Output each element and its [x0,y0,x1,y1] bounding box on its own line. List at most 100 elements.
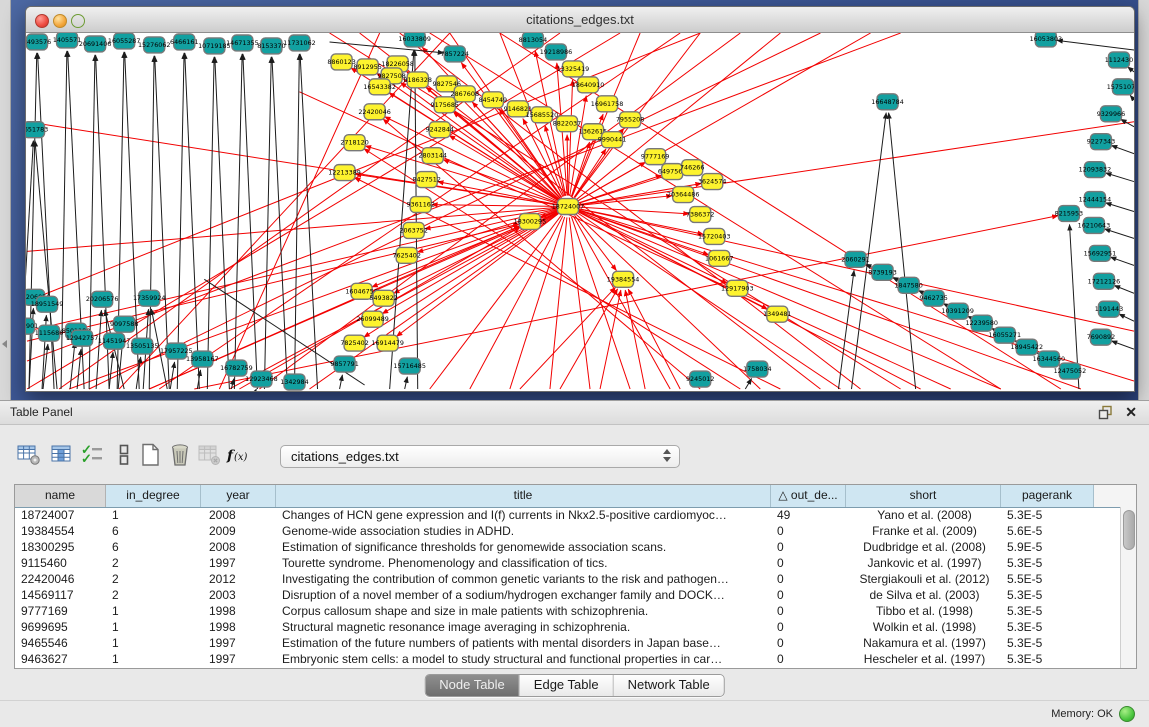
graph-node-label: 12444154 [1079,196,1112,204]
citation-edge-black [1114,285,1134,293]
graph-node-label: 1112430 [1105,56,1133,64]
graph-node-label: 1061667 [705,254,733,262]
table-row[interactable]: 1872400712008Changes of HCN gene express… [15,508,1136,524]
graph-node-label: 12942757 [66,334,99,342]
graph-node-label: 18945422 [1011,343,1044,351]
citation-edge-black [1121,119,1134,127]
graph-node-label: 9245012 [686,375,714,383]
graph-node-label: 15720403 [698,232,731,240]
citation-edge-black [1057,40,1134,50]
memory-status-indicator [1119,706,1135,722]
table-row[interactable]: 1830029562008Estimation of significance … [15,540,1136,556]
graph-node-label: 9777169 [641,153,669,161]
select-arrows-icon [663,449,671,462]
table-row[interactable]: 946362711997Embryonic stem cells: a mode… [15,652,1136,668]
cell-short: Stergiakouli et al. (2012) [846,572,1001,588]
graph-node-label: 1191443 [1095,305,1123,313]
table-row[interactable]: 969969511998Structural magnetic resonanc… [15,620,1136,636]
splitter-collapse-icon[interactable] [2,340,7,348]
cell-title: Tourette syndrome. Phenomenology and cla… [276,556,771,572]
table-mode-tabs: Node TableEdge TableNetwork Table [424,674,725,697]
delete-trash-icon[interactable] [167,442,193,468]
graph-node-label: 14671355 [226,39,259,47]
show-columns-icon[interactable] [49,442,75,468]
graph-node-label: 8454749 [479,96,507,104]
graph-node-label: 2867608 [451,90,479,98]
new-file-icon[interactable] [138,442,164,468]
tab-network-table[interactable]: Network Table [614,675,724,696]
table-source-select[interactable]: citations_edges.txt [280,445,680,468]
select-columns-icon[interactable]: ✓ ✓ [80,442,106,468]
cell-short: Jankovic et al. (1997) [846,556,1001,572]
table-scrollbar[interactable] [1120,507,1136,668]
function-builder-icon[interactable]: f (x) [226,442,252,468]
tab-node-table[interactable]: Node Table [425,675,520,696]
graph-node-label: 8860123 [327,58,355,66]
graph-node-label: 17359924 [133,294,166,302]
node-table: namein_degreeyeartitle△ out_de...shortpa… [14,484,1137,669]
cell-pagerank: 5.3E-5 [1001,652,1094,668]
network-window-titlebar[interactable]: citations_edges.txt [26,7,1134,33]
graph-node-label: 16648784 [871,98,904,106]
citation-edge-red [567,135,568,196]
cell-pagerank: 5.9E-5 [1001,540,1094,556]
cell-title: Disruption of a novel member of a sodium… [276,588,771,604]
graph-node-label: 22420046 [358,108,391,116]
cell-name: 18300295 [15,540,106,556]
tab-edge-table[interactable]: Edge Table [520,675,614,696]
cell-in_degree: 2 [106,556,201,572]
cell-title: Investigating the contribution of common… [276,572,771,588]
column-header-pagerank[interactable]: pagerank [1001,485,1094,507]
graph-node-label: 7690892 [1087,333,1115,341]
graph-node-label: 8739193 [868,268,896,276]
citation-edge-black [1111,145,1134,153]
graph-node-label: 7386372 [686,211,714,219]
close-panel-icon[interactable]: ✕ [1125,405,1137,420]
cell-out_degree: 0 [771,572,846,588]
table-row[interactable]: 977716911998Corpus callosum shape and si… [15,604,1136,620]
cell-name: 18724007 [15,508,106,524]
table-row[interactable]: 1938455462009Genome-wide association stu… [15,524,1136,540]
network-canvas[interactable]: 2493576140557120691406160552871527606264… [26,33,1134,391]
graph-node-label: 9361162 [406,201,434,209]
citation-edge-red [432,205,557,207]
cell-year: 1997 [201,652,276,668]
cell-year: 2008 [201,508,276,524]
graph-node-label: 8822037 [553,120,581,128]
table-row[interactable]: 911546021997Tourette syndrome. Phenomeno… [15,556,1136,572]
float-panel-icon[interactable] [1098,405,1113,425]
left-splitter[interactable] [0,0,11,400]
graph-node-label: 12923468 [245,375,278,383]
column-header-year[interactable]: year [201,485,276,507]
column-header-name[interactable]: name [15,485,106,507]
graph-node-label: 13325419 [557,65,590,73]
citation-edge-black [243,54,258,389]
right-splitter[interactable] [1138,0,1149,400]
cell-in_degree: 2 [106,572,201,588]
cell-name: 9465546 [15,636,106,652]
graph-node-label: 6466161 [170,38,198,46]
citation-edge-red [568,80,572,196]
column-header-in_degree[interactable]: in_degree [106,485,201,507]
citation-edge-black [330,42,444,53]
graph-node-label: 7825402 [340,339,368,347]
column-header-short[interactable]: short [846,485,1001,507]
row-height-icon[interactable] [111,442,137,468]
column-header-out_degree[interactable]: △ out_de... [771,485,846,507]
cell-in_degree: 1 [106,508,201,524]
table-row[interactable]: 946554611997Estimation of the future num… [15,636,1136,652]
citation-edge-red [569,217,590,389]
table-row[interactable]: 2242004622012Investigating the contribut… [15,572,1136,588]
cell-out_degree: 0 [771,524,846,540]
table-settings-icon[interactable] [16,442,42,468]
graph-node-label: 13958167 [186,355,219,363]
network-graph: 2493576140557120691406160552871527606264… [26,33,1134,391]
citation-edge-black [1119,314,1134,321]
table-row[interactable]: 1456911722003Disruption of a novel membe… [15,588,1136,604]
column-header-title[interactable]: title [276,485,771,507]
cell-out_degree: 0 [771,652,846,668]
citation-edge-red [520,287,616,389]
citation-edge-red [628,289,680,389]
network-window: citations_edges.txt 24935761405571206914… [25,6,1135,392]
scrollbar-thumb[interactable] [1123,510,1135,550]
